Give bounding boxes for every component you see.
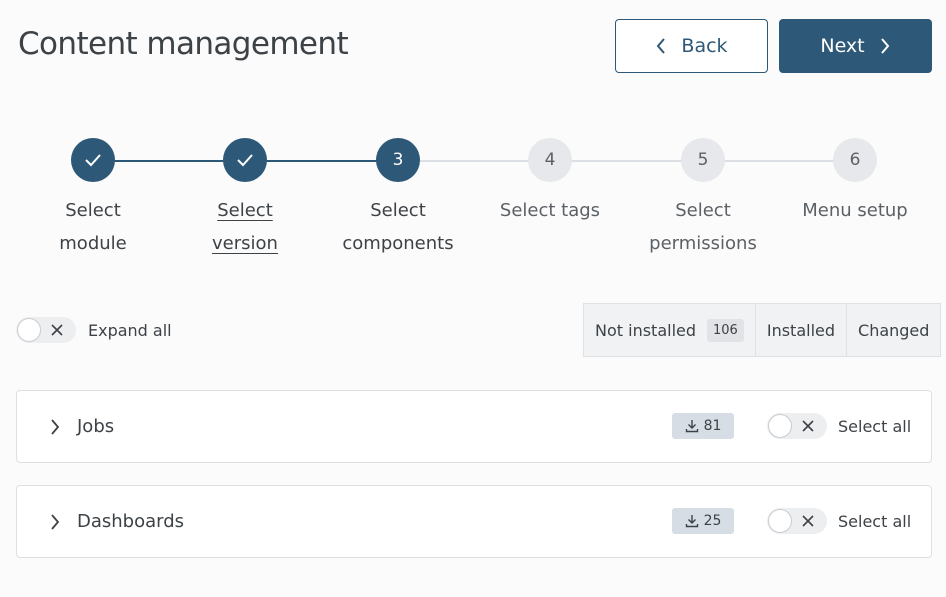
- step-label: Select module: [59, 200, 127, 254]
- step-circle: 3: [376, 138, 420, 182]
- close-icon: [51, 324, 63, 336]
- expand-all-label: Expand all: [88, 320, 172, 340]
- step-label[interactable]: Select version: [170, 194, 320, 260]
- step-label: Select tags: [499, 200, 601, 221]
- chevron-right-icon: [880, 38, 889, 54]
- tab-changed[interactable]: Changed: [847, 304, 940, 356]
- tab-installed[interactable]: Installed: [756, 304, 848, 356]
- download-icon: [685, 420, 698, 433]
- step-select-module[interactable]: Select module: [18, 138, 168, 260]
- back-button[interactable]: Back: [615, 19, 768, 73]
- step-menu-setup: 6 Menu setup: [780, 138, 930, 227]
- step-select-permissions: 5 Select permissions: [628, 138, 778, 260]
- check-icon: [237, 154, 253, 167]
- group-dashboards: Dashboards 25 Select all: [16, 485, 932, 558]
- step-label: Menu setup: [802, 200, 908, 221]
- download-count: 25: [703, 513, 722, 529]
- step-label: Select components: [342, 200, 454, 254]
- page-title: Content management: [18, 26, 349, 62]
- download-count-badge: 81: [672, 413, 734, 439]
- chevron-left-icon: [657, 38, 666, 54]
- stepper: Select module Select version 3 Select co…: [0, 138, 946, 268]
- close-icon: [802, 420, 814, 432]
- filter-tabs: Not installed 106 Installed Changed: [583, 303, 942, 357]
- next-button-label: Next: [820, 35, 865, 57]
- step-label: Select permissions: [649, 200, 757, 254]
- group-title[interactable]: Jobs: [77, 416, 114, 437]
- chevron-right-icon[interactable]: [49, 513, 61, 531]
- toggle-knob: [17, 318, 41, 342]
- step-circle: [71, 138, 115, 182]
- group-jobs: Jobs 81 Select all: [16, 390, 932, 463]
- next-button[interactable]: Next: [779, 19, 932, 73]
- tab-label: Changed: [858, 320, 930, 340]
- select-all-label: Select all: [838, 417, 912, 436]
- count-badge: 106: [707, 318, 744, 342]
- group-title[interactable]: Dashboards: [77, 511, 184, 532]
- check-icon: [85, 154, 101, 167]
- tab-label: Not installed: [595, 320, 697, 340]
- expand-all-toggle[interactable]: [16, 317, 76, 343]
- step-circle: 5: [681, 138, 725, 182]
- download-count-badge: 25: [672, 508, 734, 534]
- step-circle: [223, 138, 267, 182]
- expand-all-control: Expand all: [16, 317, 172, 343]
- tab-not-installed[interactable]: Not installed 106: [584, 304, 756, 356]
- toggle-knob: [768, 509, 792, 533]
- select-all-label: Select all: [838, 512, 912, 531]
- close-icon: [802, 515, 814, 527]
- chevron-right-icon[interactable]: [49, 418, 61, 436]
- step-circle: 4: [528, 138, 572, 182]
- select-all-toggle[interactable]: [767, 413, 827, 439]
- step-select-version[interactable]: Select version: [170, 138, 320, 260]
- tab-label: Installed: [766, 320, 836, 340]
- step-select-tags: 4 Select tags: [475, 138, 625, 227]
- step-circle: 6: [833, 138, 877, 182]
- download-icon: [685, 515, 698, 528]
- back-button-label: Back: [681, 35, 728, 57]
- toggle-knob: [768, 414, 792, 438]
- select-all-toggle[interactable]: [767, 508, 827, 534]
- step-select-components: 3 Select components: [323, 138, 473, 260]
- download-count: 81: [703, 418, 722, 434]
